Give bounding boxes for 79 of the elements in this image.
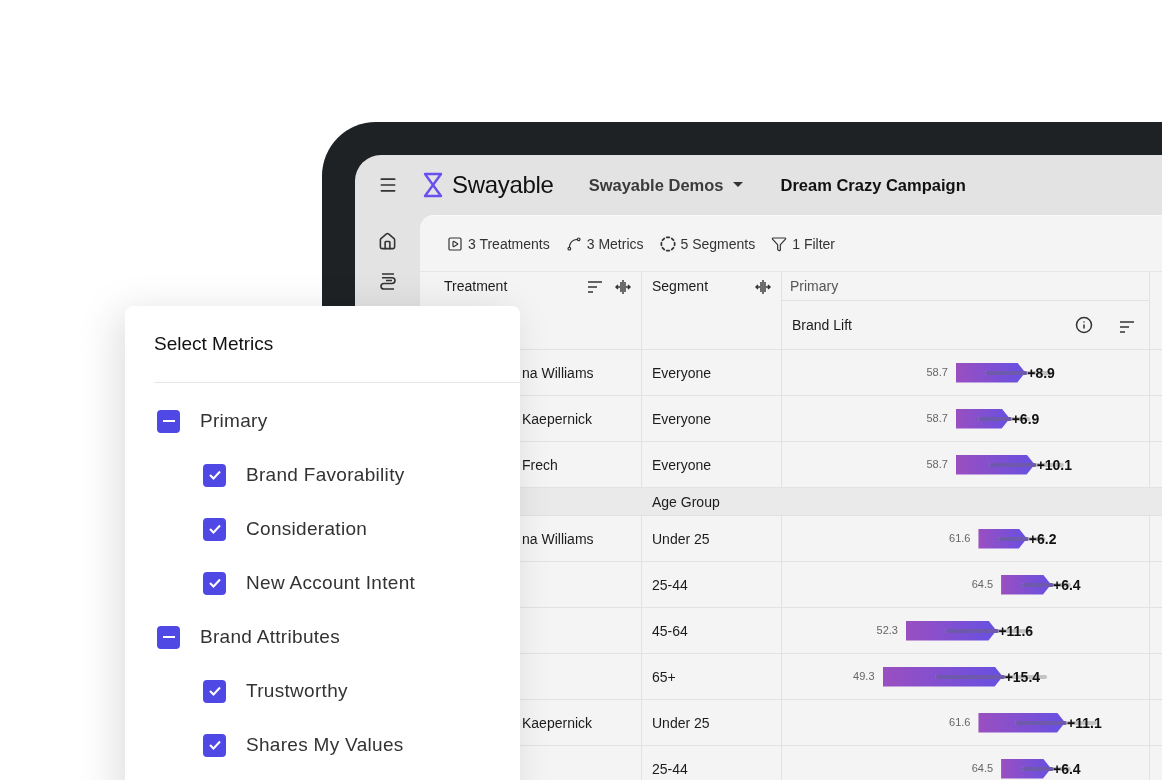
dash-icon (162, 636, 175, 638)
campaign-title: Dream Crazy Campaign (780, 175, 966, 195)
check-icon (208, 578, 221, 588)
table-cell-text: Everyone (651, 456, 712, 473)
column-resize-icon[interactable] (755, 279, 771, 295)
table-cell-text: Kaepernick (521, 410, 593, 427)
checkbox-label: Shares My Values (246, 734, 404, 756)
brand-name: Swayable (452, 171, 554, 199)
checkbox-label: New Account Intent (246, 572, 416, 594)
lift-value: +11.6 (998, 622, 1034, 639)
checkbox[interactable] (203, 733, 226, 757)
baseline-value: 58.7 (926, 411, 948, 424)
lift-value: +6.4 (1053, 576, 1081, 593)
group-label: Age Group (651, 493, 720, 510)
table-cell-text: 65+ (651, 668, 676, 685)
table-cell-text: Under 25 (651, 714, 710, 731)
checkbox[interactable] (203, 679, 226, 703)
column-header: Brand Lift (792, 317, 853, 333)
baseline-value: 58.7 (926, 457, 948, 470)
table-cell-text: 25-44 (651, 576, 688, 593)
lift-value: +8.9 (1027, 364, 1055, 381)
toolbar-button[interactable]: 1 Filter (771, 235, 835, 252)
table-cell-text: Kaepernick (521, 714, 593, 731)
lift-value: +15.4 (1004, 668, 1041, 685)
table-cell-text: Everyone (651, 410, 712, 427)
caret-icon (733, 182, 744, 188)
home-icon[interactable] (378, 232, 397, 251)
check-icon (208, 470, 221, 480)
lift-value: +11.1 (1067, 714, 1102, 731)
play-square-icon (447, 235, 463, 252)
checkbox-label: Brand Favorability (246, 464, 405, 486)
table-cell-text: 25-44 (651, 760, 688, 777)
check-icon (208, 686, 221, 696)
checkbox[interactable] (203, 463, 226, 487)
filter-icon (771, 235, 788, 252)
table-cell-text: 45-64 (651, 622, 688, 639)
baseline-value: 64.5 (971, 761, 994, 774)
baseline-value: 58.7 (926, 365, 948, 378)
dash-icon (162, 420, 175, 422)
checkbox-label: Brand Attributes (200, 626, 340, 648)
nodes-icon (565, 235, 582, 252)
checkbox[interactable] (157, 409, 180, 433)
toolbar-button[interactable]: 5 Segments (659, 235, 756, 252)
sort-icon[interactable] (1119, 320, 1135, 333)
checkbox[interactable] (203, 517, 226, 541)
checkbox-label: Trustworthy (246, 680, 348, 702)
checkbox-label: Consideration (246, 518, 368, 540)
check-icon (208, 524, 221, 534)
baseline-value: 61.6 (949, 715, 971, 728)
checkbox-label: Primary (200, 410, 268, 432)
baseline-value: 61.6 (949, 531, 971, 544)
dashed-circle-icon (659, 235, 676, 252)
logo-icon (422, 172, 444, 198)
check-icon (208, 740, 221, 750)
table-cell-text: Under 25 (651, 530, 710, 547)
toolbar-button[interactable]: 3 Treatments (447, 235, 550, 252)
lift-value: +6.4 (1053, 760, 1081, 777)
info-icon[interactable] (1075, 316, 1093, 334)
baseline-value: 52.3 (876, 623, 898, 636)
table-cell-text: na Williams (521, 530, 594, 547)
lift-value: +10.1 (1036, 456, 1073, 473)
toolbar-button[interactable]: 3 Metrics (565, 235, 644, 252)
baseline-value: 64.5 (971, 577, 994, 590)
sort-icon[interactable] (587, 281, 603, 293)
checkbox[interactable] (157, 625, 180, 649)
popup-title: Select Metrics (153, 332, 275, 356)
column-header: Segment (652, 278, 710, 294)
column-header: Treatment (444, 278, 509, 294)
column-resize-icon[interactable] (615, 279, 631, 295)
list-icon[interactable] (378, 273, 397, 291)
lift-value: +6.2 (1028, 530, 1057, 547)
checkbox[interactable] (203, 571, 226, 595)
workspace-dropdown[interactable]: Swayable Demos (588, 175, 744, 195)
table-cell-text: na Williams (521, 364, 594, 381)
baseline-value: 49.3 (853, 669, 875, 682)
lift-value: +6.9 (1011, 410, 1040, 427)
table-cell-text: Everyone (651, 364, 712, 381)
table-cell-text: Frech (521, 456, 558, 473)
column-group-header: Primary (782, 272, 1149, 301)
